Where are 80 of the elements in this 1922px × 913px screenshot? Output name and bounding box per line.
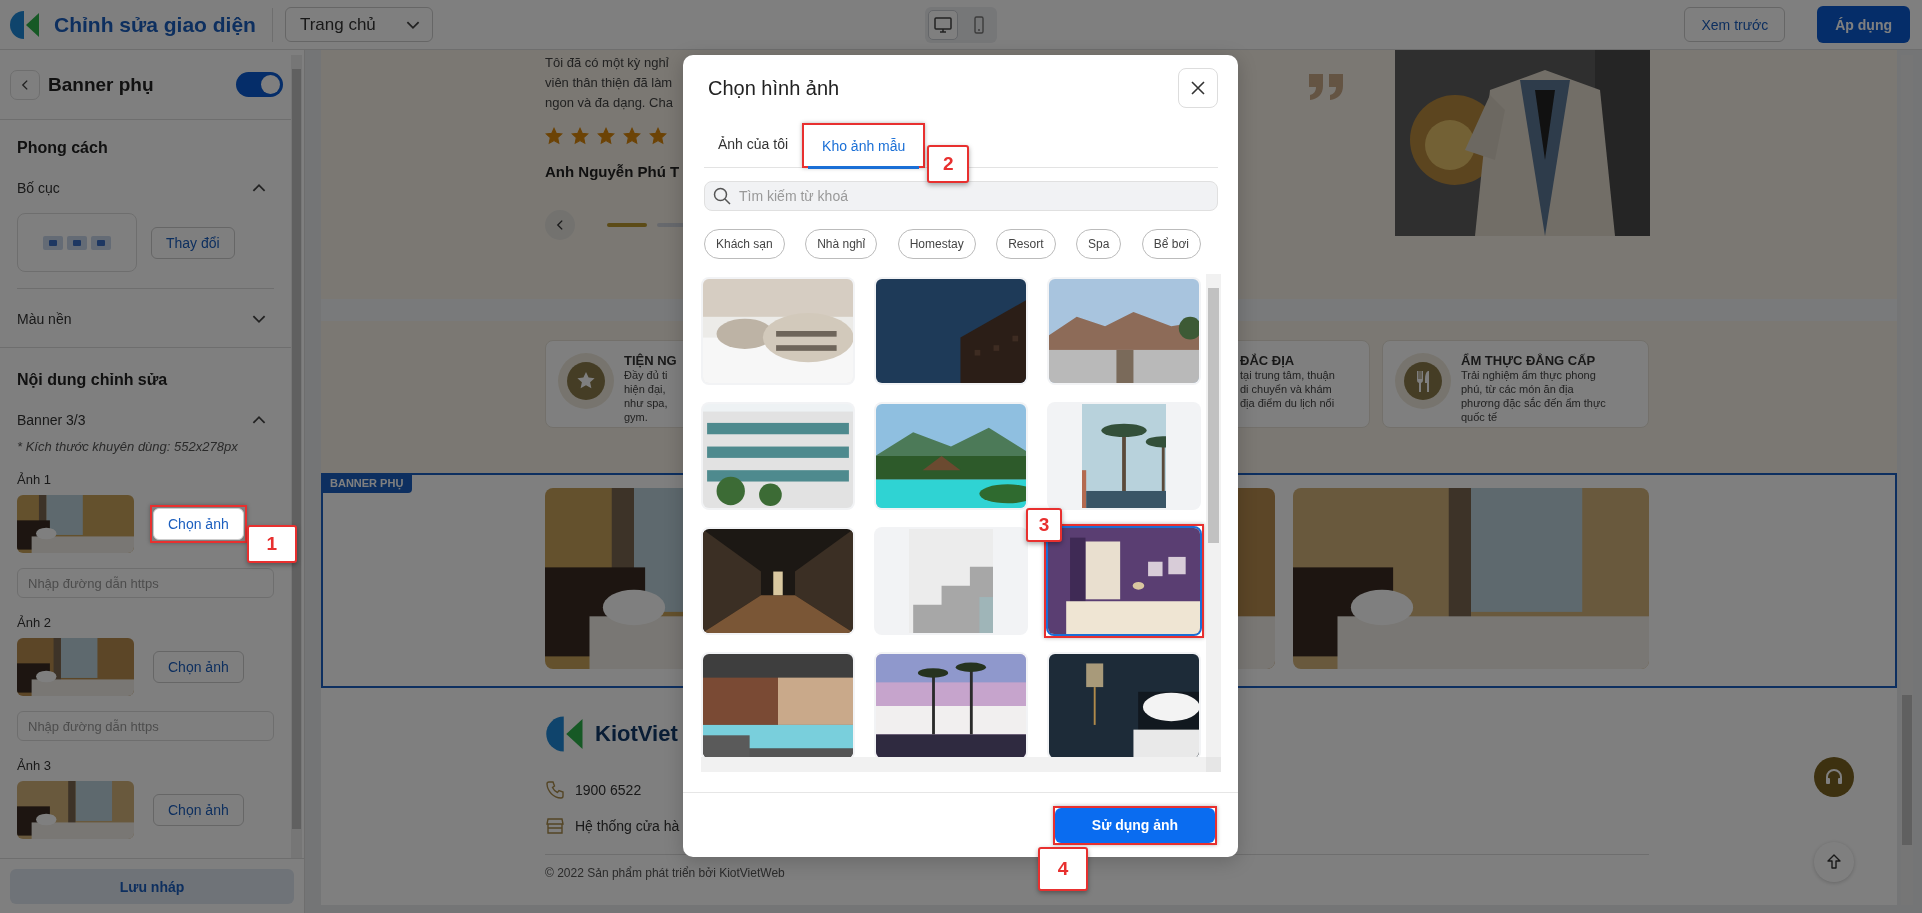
close-icon	[1189, 79, 1207, 97]
section-heading: Phong cách	[17, 138, 109, 158]
step-number: 4	[1038, 846, 1088, 891]
group-label[interactable]: Màu nền	[17, 311, 72, 327]
logo-icon	[10, 8, 40, 41]
feature-text: di chuyển và khám	[1240, 382, 1333, 396]
star-icon	[649, 127, 667, 145]
step-number: 1	[246, 525, 297, 563]
device-button[interactable]	[928, 9, 958, 40]
scrollbar-corner	[1206, 757, 1221, 772]
stores-link[interactable]: Hệ thống cửa hà	[575, 818, 680, 834]
image-icon	[67, 235, 87, 250]
tab[interactable]: Kho ảnh mẫu	[808, 125, 920, 169]
testimonial-text: Tôi đã có một kỳ nghỉ	[545, 54, 669, 72]
filter-chip[interactable]: Spa	[1075, 229, 1122, 259]
brand-name: KiotViet	[595, 721, 678, 747]
image-icon	[91, 235, 111, 250]
feature-text: Trải nghiệm ẩm thực phong	[1461, 368, 1597, 382]
preview-button[interactable]: Xem trước	[1684, 7, 1786, 42]
star-icon	[597, 127, 615, 145]
feature-text: Đầy đủ ti	[624, 368, 669, 382]
filter-chip[interactable]: Resort	[996, 229, 1056, 259]
field-label: Ảnh 3	[17, 758, 52, 774]
choose-image-button[interactable]: Chọn ảnh	[153, 651, 244, 683]
panel-title: Banner phụ	[48, 73, 155, 96]
feature-text: gym.	[624, 410, 649, 424]
apply-button[interactable]: Áp dụng	[1817, 6, 1910, 43]
page-select[interactable]: Trang chủ	[284, 7, 433, 42]
filter-chip[interactable]: Khách sạn	[704, 229, 785, 259]
feature-text: phú, từ các món ăn địa	[1461, 382, 1575, 396]
quote-icon	[1307, 72, 1345, 102]
utensils-icon	[1395, 353, 1451, 409]
star-icon	[623, 127, 641, 145]
search-field[interactable]: Tìm kiếm từ khoá	[704, 181, 1218, 211]
desktop-icon	[933, 14, 953, 35]
phone-number: 1900 6522	[575, 782, 642, 798]
close-button[interactable]	[1178, 68, 1218, 108]
filter-chip[interactable]: Nhà nghỉ	[805, 229, 878, 259]
arrow-up-icon	[1825, 853, 1843, 871]
step-number: 2	[927, 145, 970, 183]
testimonial-text: viên thân thiện đã làm	[545, 74, 673, 92]
filter-chip[interactable]: Homestay	[897, 229, 976, 259]
scrollbar[interactable]	[291, 55, 302, 858]
group-label[interactable]: Banner 3/3	[17, 412, 86, 428]
search-icon	[712, 186, 732, 206]
filter-chip[interactable]: Bể bơi	[1141, 229, 1201, 259]
star-icon	[571, 127, 589, 145]
section-heading: Nội dung chỉnh sửa	[17, 370, 169, 390]
scrollbar[interactable]	[701, 757, 1206, 772]
feature-text: như spa,	[624, 396, 669, 410]
field-label: Ảnh 2	[17, 615, 52, 631]
image-icon	[43, 235, 63, 250]
tab[interactable]: Ảnh của tôi	[704, 123, 803, 167]
phone-icon	[545, 780, 565, 800]
feature-text: tại trung tâm, thuận	[1240, 368, 1335, 382]
save-draft-button[interactable]: Lưu nháp	[10, 869, 294, 904]
testimonial-text: ngon và đa dạng. Cha	[545, 94, 673, 112]
feature-text: phương đặc sắc đến ẩm thực	[1461, 396, 1606, 410]
dialog-title: Chọn hình ảnh	[708, 76, 840, 100]
feature-title: ĐẮC ĐỊA	[1240, 353, 1296, 368]
feature-title: TIỆN NG	[624, 353, 677, 368]
logo-icon	[545, 714, 585, 754]
copyright-text: © 2022 Sản phẩm phát triển bởi KiotVietWeb	[545, 866, 785, 880]
size-hint: * Kích thước khuyên dùng: 552x278px	[17, 439, 239, 455]
field-label: Ảnh 1	[17, 472, 52, 488]
group-label[interactable]: Bố cục	[17, 180, 60, 196]
star-icon	[545, 127, 563, 145]
app-title: Chỉnh sửa giao diện	[54, 12, 256, 37]
use-image-button[interactable]: Sử dụng ảnh	[1055, 807, 1215, 843]
choose-image-button[interactable]: Chọn ảnh	[153, 794, 244, 826]
feature-text: hiện đại,	[624, 382, 667, 396]
author-name: Anh Nguyễn Phú T	[545, 163, 680, 180]
section-tag: BANNER PHỤ	[321, 473, 413, 493]
change-button[interactable]: Thay đổi	[151, 226, 235, 259]
feature-title: ẨM THỰC ĐẲNG CẤP	[1461, 353, 1597, 368]
feature-text: quốc tế	[1461, 410, 1499, 424]
toggle-switch[interactable]	[236, 72, 283, 97]
feature-text: địa điểm du lịch nổi	[1240, 396, 1335, 410]
store-icon	[545, 816, 565, 836]
choose-image-button[interactable]: Chọn ảnh	[153, 508, 244, 540]
